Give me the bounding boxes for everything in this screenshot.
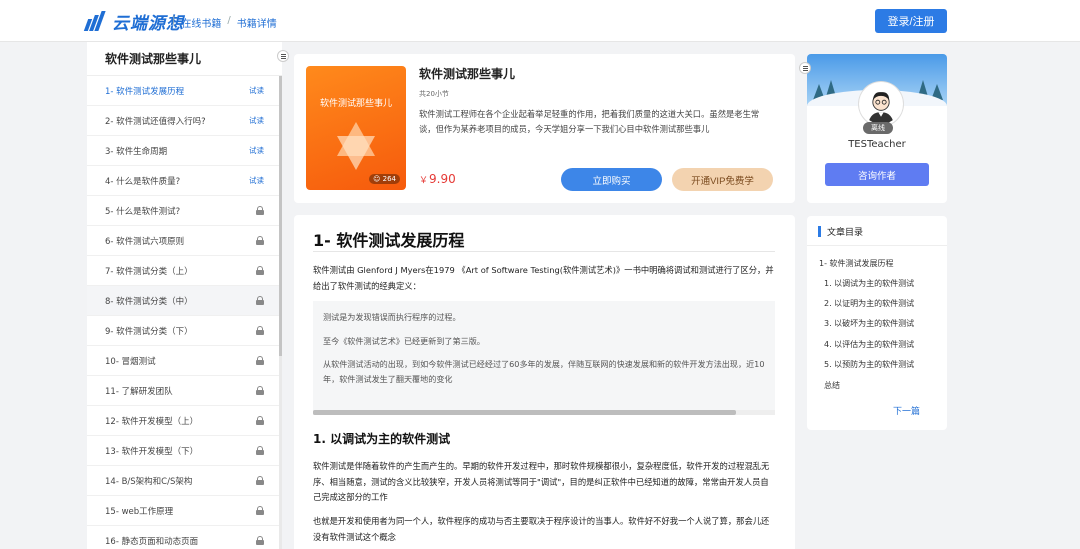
chapter-item[interactable]: 10- 冒烟测试 [87, 346, 282, 376]
article-paragraph: 也就是开发和使用者为同一个人，软件程序的成功与否主要取决于程序设计的当事人。软件… [313, 516, 770, 542]
lock-icon [256, 536, 264, 545]
breadcrumb-book-detail[interactable]: 书籍详情 [237, 15, 277, 30]
consult-author-button[interactable]: 咨询作者 [825, 163, 929, 186]
lock-icon [256, 356, 264, 365]
author-avatar-icon [868, 92, 894, 124]
lock-icon [256, 206, 264, 215]
chapter-item[interactable]: 16- 静态页面和动态页面 [87, 526, 282, 549]
chapter-item[interactable]: 4- 什么是软件质量? 试读 [87, 166, 282, 196]
section-heading: 1. 以调试为主的软件测试 [313, 432, 451, 446]
article-paragraph: 软件测试是伴随着软件的产生而产生的。早期的软件开发过程中，那时软件规模都很小，复… [313, 461, 770, 502]
sidebar-scrollbar-thumb[interactable] [279, 76, 282, 356]
chapter-item[interactable]: 5- 什么是软件测试? [87, 196, 282, 226]
toc-item[interactable]: 5. 以预防为主的软件测试 [824, 359, 914, 370]
buy-now-button[interactable]: 立即购买 [561, 168, 662, 191]
chapter-item[interactable]: 11- 了解研发团队 [87, 376, 282, 406]
quote-line: 从软件测试活动的出现，到如今软件测试已经经过了60多年的发展，伴随互联网的快速发… [323, 359, 765, 384]
chapter-item[interactable]: 1- 软件测试发展历程 试读 [87, 76, 282, 106]
article-content: 1- 软件测试发展历程 软件测试由 Glenford J Myers在1979 … [294, 215, 795, 549]
sidebar-toggle-menu-icon[interactable] [277, 50, 289, 62]
vip-free-button[interactable]: 开通VIP免费学 [672, 168, 773, 191]
title-divider [313, 251, 775, 252]
reader-count-badge: ☺ 264 [369, 174, 400, 184]
article-intro: 软件测试由 Glenford J Myers在1979 《Art of Soft… [313, 265, 774, 291]
breadcrumb: | 在线书籍 / 书籍详情 [172, 15, 277, 30]
cover-title: 软件测试那些事儿 [319, 99, 392, 109]
lock-icon [256, 416, 264, 425]
chapter-item[interactable]: 14- B/S架构和C/S架构 [87, 466, 282, 496]
toc-item[interactable]: 1- 软件测试发展历程 [819, 258, 894, 269]
chapter-item[interactable]: 12- 软件开发模型（上） [87, 406, 282, 436]
quote-line: 测试是为发现错误而执行程序的过程。 [323, 312, 461, 322]
section-count: 共20小节 [419, 90, 449, 98]
book-title: 软件测试那些事儿 [419, 67, 516, 81]
article-title: 1- 软件测试发展历程 [313, 231, 465, 250]
price-value: 9.90 [429, 172, 456, 186]
lock-icon [256, 266, 264, 275]
login-register-button[interactable]: 登录/注册 [875, 9, 947, 33]
lock-icon [256, 296, 264, 305]
author-name: TESTeacher [848, 139, 906, 150]
try-badge: 试读 [249, 146, 264, 155]
toc-item[interactable]: 3. 以破坏为主的软件测试 [824, 318, 914, 329]
book-description: 软件测试工程师在各个企业起着举足轻重的作用，把着我们质量的这道大关口。虽然是老生… [419, 109, 760, 134]
logo[interactable]: 云端源想 [83, 10, 184, 34]
reader-icon: ☺ [373, 175, 381, 183]
try-badge: 试读 [249, 86, 264, 95]
star-emblem-icon [337, 122, 375, 170]
chapter-item[interactable]: 6- 软件测试六项原则 [87, 226, 282, 256]
chapter-item[interactable]: 8- 软件测试分类（中） [87, 286, 282, 316]
toc-header: 文章目录 [807, 216, 947, 246]
try-badge: 试读 [249, 116, 264, 125]
top-header: 云端源想 | 在线书籍 / 书籍详情 登录/注册 [0, 0, 1080, 42]
lock-icon [256, 386, 264, 395]
table-of-contents: 文章目录 1- 软件测试发展历程 1. 以调试为主的软件测试 2. 以证明为主的… [807, 216, 947, 430]
avatar[interactable] [859, 82, 903, 126]
logo-mark-icon [83, 11, 108, 31]
chapter-item[interactable]: 2- 软件测试还值得入行吗? 试读 [87, 106, 282, 136]
try-badge: 试读 [249, 176, 264, 185]
toc-item[interactable]: 2. 以证明为主的软件测试 [824, 298, 914, 309]
status-badge: 离线 [863, 122, 893, 134]
next-article-link[interactable]: 下一篇 [893, 404, 920, 417]
toc-item[interactable]: 1. 以调试为主的软件测试 [824, 278, 914, 289]
currency-symbol: ￥ [419, 176, 429, 186]
book-cover[interactable]: 软件测试那些事儿 ☺ 264 [306, 66, 406, 190]
breadcrumb-online-books[interactable]: 在线书籍 [181, 15, 221, 30]
quote-line: 至今《软件测试艺术》已经更新到了第三版。 [323, 336, 485, 346]
chapter-item[interactable]: 3- 软件生命周期 试读 [87, 136, 282, 166]
chapter-item[interactable]: 15- web工作原理 [87, 496, 282, 526]
lock-icon [256, 506, 264, 515]
lock-icon [256, 446, 264, 455]
toc-title: 文章目录 [827, 228, 864, 238]
price: ￥9.90 [419, 172, 456, 186]
author-card: 离线 TESTeacher 咨询作者 [807, 54, 947, 203]
chapter-item[interactable]: 13- 软件开发模型（下） [87, 436, 282, 466]
book-info-card: 软件测试那些事儿 ☺ 264 软件测试那些事儿 共20小节 软件测试工程师在各个… [294, 54, 795, 203]
sidebar-title: 软件测试那些事儿 [87, 42, 282, 76]
chapter-item[interactable]: 7- 软件测试分类（上） [87, 256, 282, 286]
toc-accent-bar [818, 226, 821, 237]
author-panel-menu-icon[interactable] [799, 62, 811, 74]
toc-item[interactable]: 总结 [824, 380, 840, 391]
chapter-item[interactable]: 9- 软件测试分类（下） [87, 316, 282, 346]
lock-icon [256, 236, 264, 245]
quote-horizontal-scrollbar[interactable] [313, 410, 775, 415]
lock-icon [256, 476, 264, 485]
chapter-list: 1- 软件测试发展历程 试读 2- 软件测试还值得入行吗? 试读 3- 软件生命周期… [87, 76, 282, 549]
toc-item[interactable]: 4. 以评估为主的软件测试 [824, 339, 914, 350]
lock-icon [256, 326, 264, 335]
quote-block: 测试是为发现错误而执行程序的过程。 至今《软件测试艺术》已经更新到了第三版。 从… [313, 301, 775, 411]
chapter-sidebar: 软件测试那些事儿 1- 软件测试发展历程 试读 2- 软件测试还值得入行吗? 试读 … [87, 42, 282, 549]
